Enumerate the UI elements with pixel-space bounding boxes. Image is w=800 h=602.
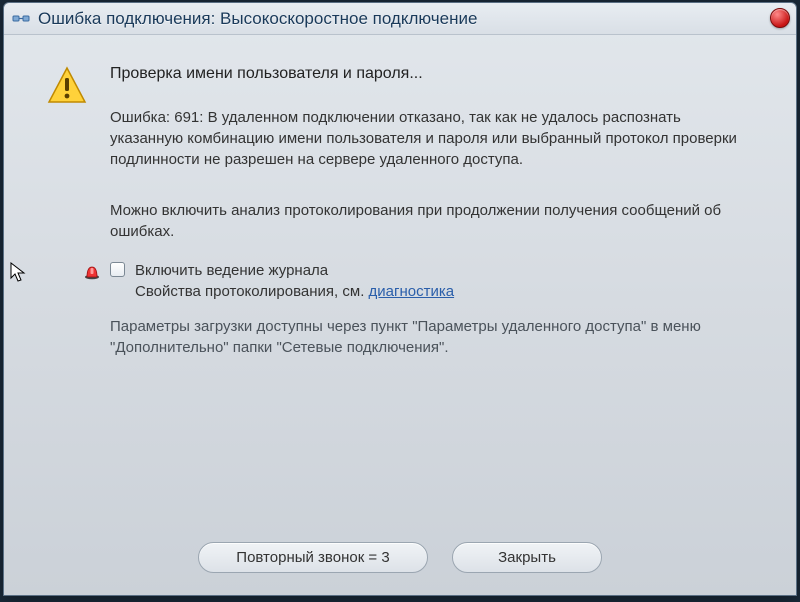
retry-button[interactable]: Повторный звонок = 3 [198,542,428,573]
diagnostics-link[interactable]: диагностика [369,283,455,300]
window-title: Ошибка подключения: Высокоскоростное под… [38,9,477,29]
enable-logging-label: Включить ведение журнала [135,260,754,281]
alert-siren-icon [84,262,100,280]
status-headline: Проверка имени пользователя и пароля... [110,63,754,85]
params-hint: Параметры загрузки доступны через пункт … [110,316,754,358]
close-window-button[interactable] [770,8,790,28]
button-row: Повторный звонок = 3 Закрыть [4,528,796,595]
logging-properties-text: Свойства протоколирования, см. диагности… [135,281,754,302]
analysis-note: Можно включить анализ протоколирования п… [110,200,754,242]
mouse-cursor-icon [10,262,26,284]
error-message: Ошибка: 691: В удаленном подключении отк… [110,107,754,170]
dialog-window: Ошибка подключения: Высокоскоростное под… [3,2,797,596]
connection-icon [12,10,30,28]
close-button[interactable]: Закрыть [452,542,602,573]
content-area: Проверка имени пользователя и пароля... … [4,35,796,528]
titlebar: Ошибка подключения: Высокоскоростное под… [4,3,796,35]
warning-icon [46,65,88,107]
enable-logging-checkbox[interactable] [110,262,125,277]
